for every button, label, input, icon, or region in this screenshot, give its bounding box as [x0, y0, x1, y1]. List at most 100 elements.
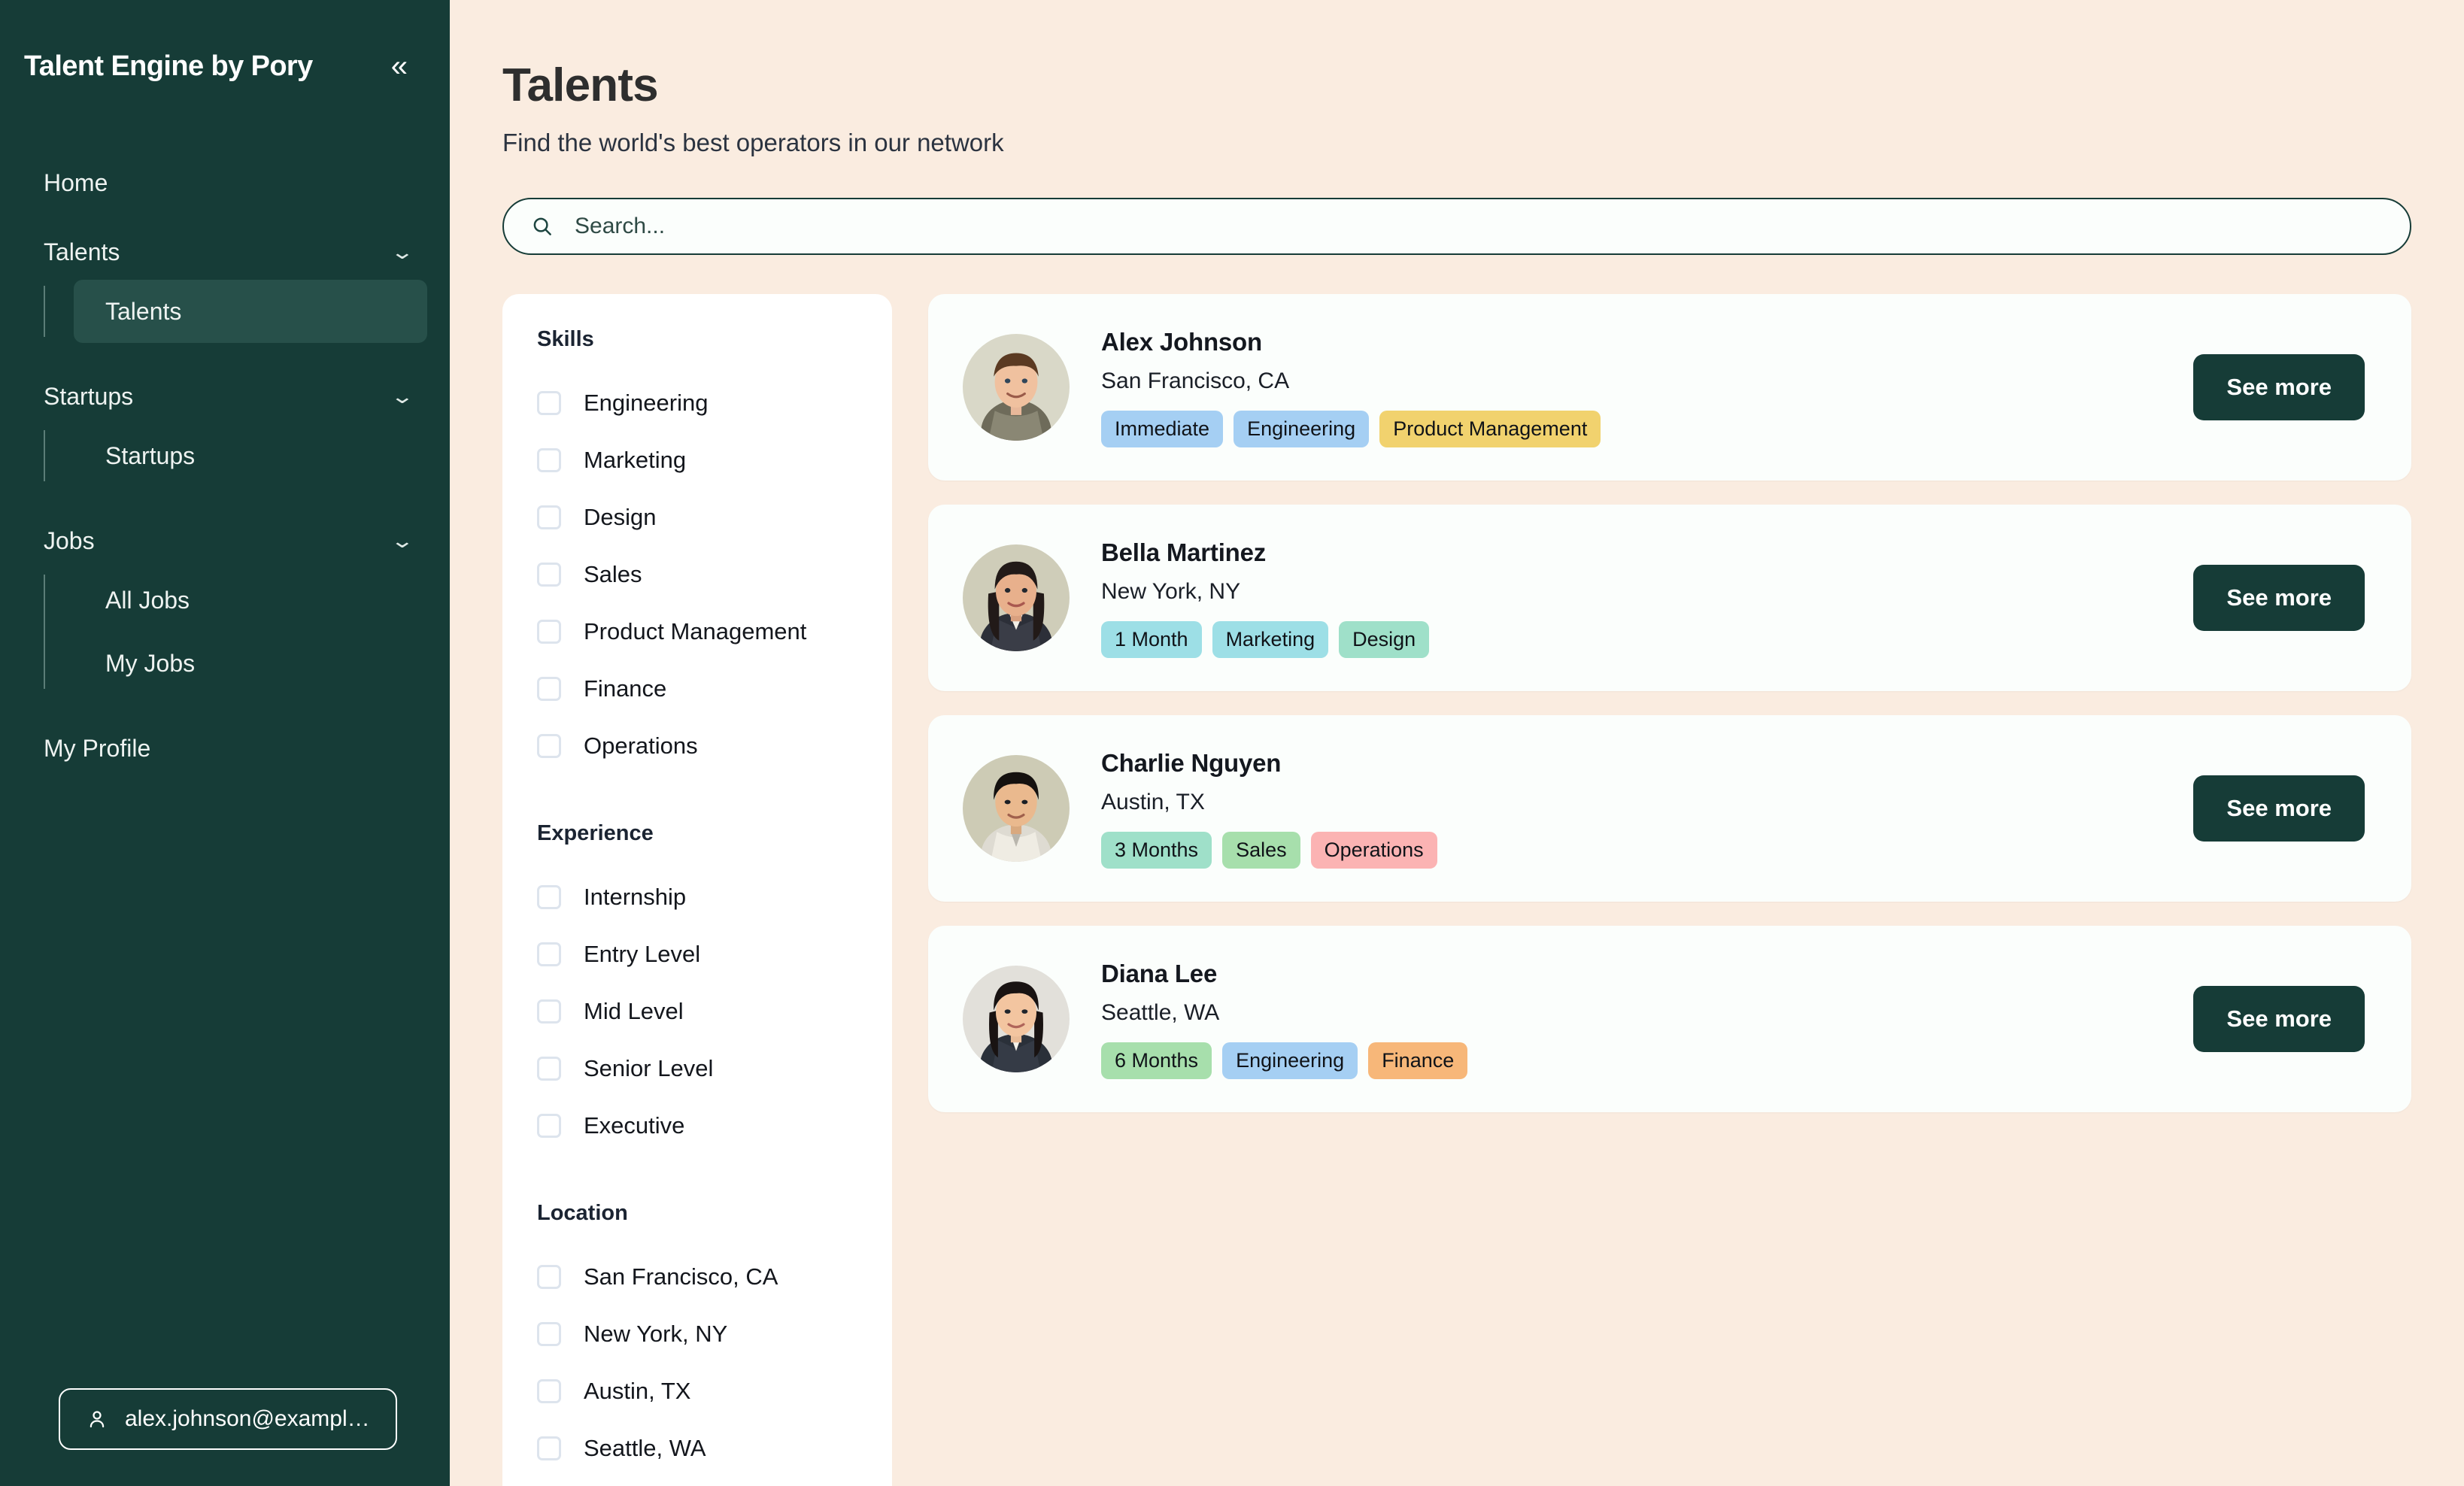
filter-option-label: Engineering	[584, 390, 709, 416]
checkbox-icon[interactable]	[537, 505, 561, 529]
talent-tag: Immediate	[1101, 410, 1224, 447]
filter-option-finance[interactable]: Finance	[537, 660, 857, 717]
main-content: Talents Find the world's best operators …	[450, 0, 2464, 1486]
checkbox-icon[interactable]	[537, 1322, 561, 1346]
sidebar-item-all-jobs[interactable]: All Jobs	[74, 569, 427, 632]
see-more-button[interactable]: See more	[2193, 986, 2365, 1052]
checkbox-icon[interactable]	[537, 734, 561, 758]
filter-option-engineering[interactable]: Engineering	[537, 375, 857, 432]
filter-option-new-york[interactable]: New York, NY	[537, 1306, 857, 1363]
sidebar-item-jobs[interactable]: Jobs ⌄	[0, 513, 450, 569]
sidebar-item-label: Startups	[105, 441, 196, 469]
talent-tag: 3 Months	[1101, 831, 1212, 869]
filter-option-sales[interactable]: Sales	[537, 546, 857, 603]
filter-option-label: Design	[584, 504, 657, 530]
avatar-image	[963, 755, 1070, 862]
page-subtitle: Find the world's best operators in our n…	[502, 129, 1004, 156]
app-brand-title: Talent Engine by Pory	[24, 50, 313, 82]
talent-location: Seattle, WA	[1101, 999, 1220, 1025]
talent-tag: Product Management	[1379, 410, 1601, 447]
filter-option-label: Operations	[584, 732, 698, 759]
talent-card[interactable]: Bella Martinez New York, NY 1 Month Mark…	[928, 505, 2411, 691]
checkbox-icon[interactable]	[537, 1379, 561, 1403]
checkbox-icon[interactable]	[537, 620, 561, 644]
sidebar-header: Talent Engine by Pory «	[0, 0, 450, 86]
filter-option-san-francisco[interactable]: San Francisco, CA	[537, 1248, 857, 1306]
checkbox-icon[interactable]	[537, 999, 561, 1024]
avatar	[963, 966, 1070, 1072]
checkbox-icon[interactable]	[537, 1436, 561, 1460]
sidebar-item-my-jobs[interactable]: My Jobs	[74, 632, 427, 695]
filter-option-executive[interactable]: Executive	[537, 1097, 857, 1154]
checkbox-icon[interactable]	[537, 942, 561, 966]
search-bar[interactable]: Search...	[502, 198, 2411, 255]
chevron-down-icon[interactable]: ⌄	[390, 241, 415, 264]
sidebar-item-talents-child[interactable]: Talents	[74, 280, 427, 343]
sidebar-item-startups-child[interactable]: Startups	[74, 424, 427, 487]
filter-option-seattle[interactable]: Seattle, WA	[537, 1420, 857, 1477]
chevrons-left-icon[interactable]: «	[384, 47, 415, 86]
checkbox-icon[interactable]	[537, 1114, 561, 1138]
talent-tag: Operations	[1310, 831, 1437, 869]
checkbox-icon[interactable]	[537, 885, 561, 909]
talent-tag: Design	[1339, 620, 1430, 658]
sidebar-item-home[interactable]: Home	[0, 155, 450, 211]
talent-card[interactable]: Charlie Nguyen Austin, TX 3 Months Sales…	[928, 715, 2411, 902]
see-more-button[interactable]: See more	[2193, 565, 2365, 631]
chevron-down-icon[interactable]: ⌄	[390, 529, 415, 553]
sidebar-item-label: Talents	[44, 238, 120, 265]
sidebar-item-label: Talents	[105, 297, 182, 325]
checkbox-icon[interactable]	[537, 563, 561, 587]
sidebar-item-startups[interactable]: Startups ⌄	[0, 368, 450, 424]
filter-option-internship[interactable]: Internship	[537, 869, 857, 926]
checkbox-icon[interactable]	[537, 677, 561, 701]
filter-option-senior-level[interactable]: Senior Level	[537, 1040, 857, 1097]
avatar-image	[963, 544, 1070, 651]
talent-location: New York, NY	[1101, 578, 1241, 604]
sidebar-item-label: Home	[44, 168, 108, 196]
filter-divider-space	[502, 775, 892, 821]
filter-option-label: Entry Level	[584, 941, 701, 967]
filter-option-operations[interactable]: Operations	[537, 717, 857, 775]
see-more-button[interactable]: See more	[2193, 775, 2365, 842]
filter-option-label: Mid Level	[584, 998, 684, 1024]
filter-option-product-management[interactable]: Product Management	[537, 603, 857, 660]
checkbox-icon[interactable]	[537, 448, 561, 472]
user-account-chip[interactable]: alex.johnson@exampl…	[59, 1388, 397, 1450]
talent-tag: Sales	[1222, 831, 1300, 869]
filter-option-austin[interactable]: Austin, TX	[537, 1363, 857, 1420]
talent-location: Austin, TX	[1101, 789, 1205, 814]
talent-tag: 6 Months	[1101, 1042, 1212, 1079]
filter-option-marketing[interactable]: Marketing	[537, 432, 857, 489]
filter-option-design[interactable]: Design	[537, 489, 857, 546]
talent-card[interactable]: Diana Lee Seattle, WA 6 Months Engineeri…	[928, 926, 2411, 1112]
sidebar-subnav-jobs: All Jobs My Jobs	[44, 569, 450, 695]
sidebar-item-label: Jobs	[44, 526, 95, 554]
talent-tags: 6 Months Engineering Finance	[1101, 1042, 2193, 1079]
checkbox-icon[interactable]	[537, 1265, 561, 1289]
app-root: Talent Engine by Pory « Home Talents ⌄ T…	[0, 0, 2464, 1486]
checkbox-icon[interactable]	[537, 391, 561, 415]
sidebar-item-my-profile[interactable]: My Profile	[0, 720, 450, 776]
sidebar-item-talents[interactable]: Talents ⌄	[0, 224, 450, 280]
talent-info: Diana Lee Seattle, WA 6 Months Engineeri…	[1101, 960, 2193, 1079]
search-input[interactable]: Search...	[575, 214, 665, 239]
see-more-button[interactable]: See more	[2193, 354, 2365, 420]
sidebar-item-label: My Profile	[44, 734, 151, 762]
avatar	[963, 544, 1070, 651]
avatar-image	[963, 966, 1070, 1072]
chevron-down-icon[interactable]: ⌄	[390, 385, 415, 408]
filter-group-title: Location	[537, 1201, 628, 1225]
filter-option-mid-level[interactable]: Mid Level	[537, 983, 857, 1040]
checkbox-icon[interactable]	[537, 1057, 561, 1081]
filter-option-entry-level[interactable]: Entry Level	[537, 926, 857, 983]
talent-tag: Engineering	[1222, 1042, 1358, 1079]
filter-group-title: Experience	[537, 821, 654, 845]
avatar-image	[963, 334, 1070, 441]
sidebar: Talent Engine by Pory « Home Talents ⌄ T…	[0, 0, 450, 1486]
talent-tags: Immediate Engineering Product Management	[1101, 410, 2193, 447]
talent-card[interactable]: Alex Johnson San Francisco, CA Immediate…	[928, 294, 2411, 481]
talent-location: San Francisco, CA	[1101, 368, 1290, 393]
